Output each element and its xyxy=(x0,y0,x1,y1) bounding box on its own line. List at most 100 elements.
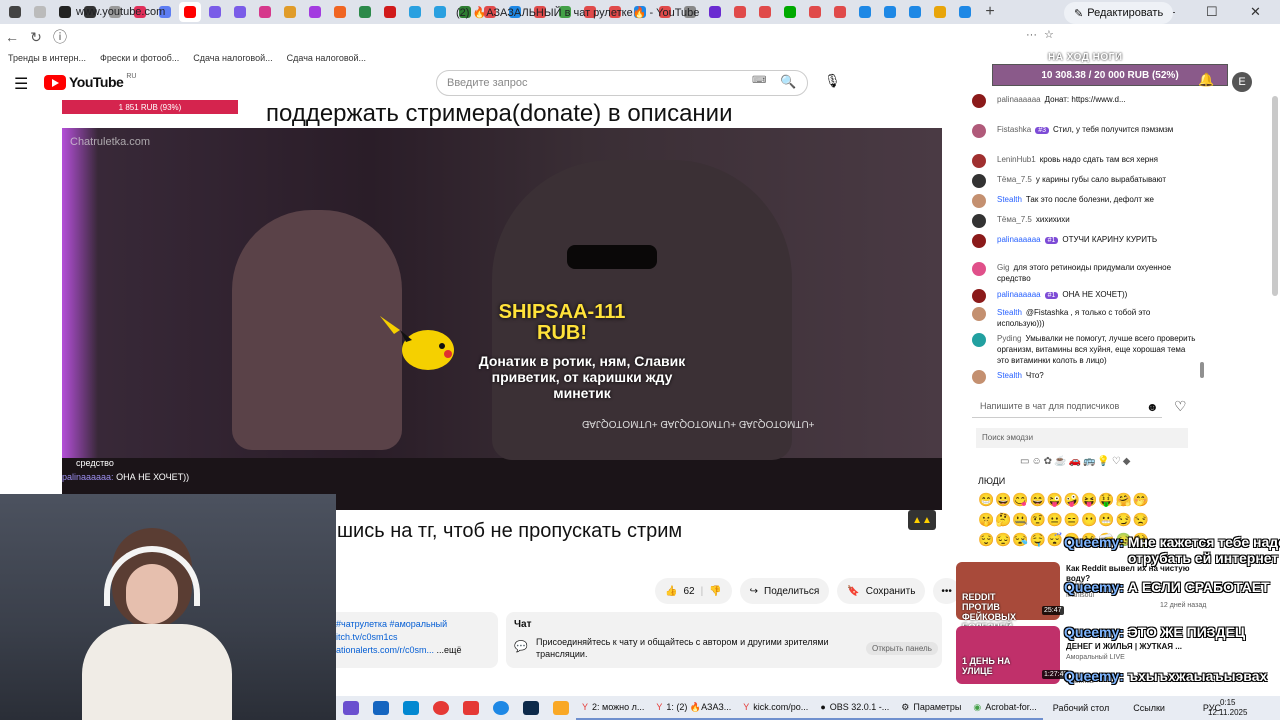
tab-favicon[interactable] xyxy=(754,2,776,22)
edge-icon[interactable] xyxy=(493,701,509,715)
search-icon[interactable]: 🔍 xyxy=(780,74,796,90)
tab-favicon[interactable] xyxy=(4,2,26,22)
site-info-icon[interactable]: ⓘ xyxy=(48,27,72,47)
chat-author[interactable]: Gig xyxy=(997,263,1009,272)
desktop-toolbar[interactable]: Рабочий стол xyxy=(1053,703,1110,713)
heart-icon[interactable]: ♡ xyxy=(1174,398,1187,415)
emoji-row[interactable]: 🤫🤔🤐🤨😐😑😶😬😏😒 xyxy=(978,510,1192,530)
photoshop-icon[interactable] xyxy=(523,701,539,715)
emoji-icon[interactable]: ☻ xyxy=(1146,400,1159,414)
tab-favicon[interactable] xyxy=(54,2,76,22)
emoji-search-input[interactable]: Поиск эмодзи xyxy=(976,428,1188,448)
chat-author[interactable]: LeninHub1 xyxy=(997,155,1036,164)
taskbar-item[interactable]: Ykick.com/po... xyxy=(737,696,815,720)
taskbar-item[interactable]: ⚙ Параметры xyxy=(895,696,968,720)
clock[interactable]: 0:15 12.11.2025 xyxy=(1208,698,1247,718)
tab-favicon[interactable] xyxy=(354,2,376,22)
description-box[interactable]: #чатрулетка #аморальный itch.tv/c0sm1cs … xyxy=(336,612,498,668)
tab-favicon[interactable] xyxy=(404,2,426,22)
youtube-logo[interactable]: YouTube RU xyxy=(44,73,136,90)
tab-favicon[interactable] xyxy=(854,2,876,22)
taskbar-item[interactable]: Y 1: (2) 🔥АЗАЗ... xyxy=(650,696,738,720)
thumbs-down-icon[interactable]: 👎 xyxy=(709,586,721,597)
chat-author[interactable]: Stealth xyxy=(997,371,1022,380)
tab-favicon[interactable] xyxy=(804,2,826,22)
bookmark-item[interactable]: Сдача налоговой... xyxy=(287,53,366,63)
chat-author[interactable]: Тёма_7.5 xyxy=(997,215,1032,224)
chat-avatar[interactable] xyxy=(972,154,986,168)
back-icon[interactable]: ← xyxy=(0,29,24,45)
notifications-icon[interactable]: 🔔 xyxy=(1198,72,1214,88)
like-button[interactable]: 👍 62 | 👎 xyxy=(655,578,732,604)
tab-favicon[interactable] xyxy=(204,2,226,22)
chat-author[interactable]: Stealth xyxy=(997,308,1022,317)
tab-favicon[interactable] xyxy=(279,2,301,22)
chat-avatar[interactable] xyxy=(972,194,986,208)
more-icon[interactable]: ··· xyxy=(1026,29,1037,41)
tab-favicon[interactable] xyxy=(829,2,851,22)
opera-icon[interactable] xyxy=(433,701,449,715)
app-icon[interactable] xyxy=(553,701,569,715)
taskbar-item[interactable]: ● OBS 32.0.1 -... xyxy=(814,696,896,720)
tab-favicon[interactable] xyxy=(929,2,951,22)
bookmark-item[interactable]: Тренды в интерн... xyxy=(8,53,86,63)
emoji-category-tabs[interactable]: ▭☺✿☕🚗🚌💡♡◆ xyxy=(1020,456,1133,467)
tab-favicon[interactable] xyxy=(329,2,351,22)
links-toolbar[interactable]: Ссылки xyxy=(1133,703,1165,713)
chat-avatar[interactable] xyxy=(972,333,986,347)
app-icon[interactable] xyxy=(403,701,419,715)
chat-avatar[interactable] xyxy=(972,262,986,276)
yandex-icon[interactable] xyxy=(463,701,479,715)
description-link[interactable]: itch.tv/c0sm1cs xyxy=(336,631,498,644)
reload-icon[interactable]: ↻ xyxy=(24,29,48,46)
video-player[interactable]: 1 851 RUB (93%) поддержать стримера(dona… xyxy=(62,100,942,548)
chat-avatar[interactable] xyxy=(972,234,986,248)
tab-favicon[interactable] xyxy=(379,2,401,22)
tab-favicon[interactable] xyxy=(879,2,901,22)
chat-author[interactable]: palinaaaaaa xyxy=(997,290,1041,299)
description-more[interactable]: ...ещё xyxy=(437,645,462,655)
close-icon[interactable]: ✕ xyxy=(1250,4,1261,20)
open-panel-button[interactable]: Открыть панель xyxy=(866,642,938,655)
chat-author[interactable]: Fistashka xyxy=(997,125,1031,134)
description-link[interactable]: ationalerts.com/r/c0sm... xyxy=(336,645,434,655)
chat-avatar[interactable] xyxy=(972,370,986,384)
chat-avatar[interactable] xyxy=(972,289,986,303)
chat-avatar[interactable] xyxy=(972,94,986,108)
tab-favicon[interactable] xyxy=(429,2,451,22)
tab-favicon[interactable] xyxy=(29,2,51,22)
taskbar-item[interactable]: Y 2: можно л... xyxy=(576,696,651,720)
app-icon[interactable] xyxy=(373,701,389,715)
chat-author[interactable]: Stealth xyxy=(997,195,1022,204)
chat-author[interactable]: Тёма_7.5 xyxy=(997,175,1032,184)
avatar[interactable]: E xyxy=(1232,72,1252,92)
page-scrollbar[interactable] xyxy=(1272,96,1278,296)
chat-author[interactable]: palinaaaaaa xyxy=(997,95,1041,104)
chat-avatar[interactable] xyxy=(972,174,986,188)
bookmark-item[interactable]: Фрески и фотооб... xyxy=(100,53,179,63)
tab-favicon[interactable] xyxy=(304,2,326,22)
tab-youtube-active[interactable] xyxy=(179,2,201,22)
chat-avatar[interactable] xyxy=(972,124,986,138)
chat-author[interactable]: Pyding xyxy=(997,334,1021,343)
emoji-row[interactable]: 😁😀😋😄😜🤪😝🤑🤗🤭 xyxy=(978,490,1192,510)
maximize-icon[interactable]: ☐ xyxy=(1206,4,1218,20)
tab-favicon[interactable] xyxy=(229,2,251,22)
recommendation-title[interactable]: ДЕНЕГ И ЖИЛЬЯ | ЖУТКАЯ ... xyxy=(1066,642,1206,652)
microphone-icon[interactable]: 🎙 xyxy=(824,73,841,89)
chat-avatar[interactable] xyxy=(972,307,986,321)
tab-favicon[interactable] xyxy=(954,2,976,22)
taskbar-item[interactable]: ◉ Acrobat-for... xyxy=(967,696,1043,720)
tab-favicon[interactable] xyxy=(779,2,801,22)
edit-button[interactable]: ✎ Редактировать xyxy=(1064,2,1174,24)
share-button[interactable]: ↪ Поделиться xyxy=(739,578,830,604)
description-hashtags[interactable]: #чатрулетка #аморальный xyxy=(336,618,498,631)
keyboard-icon[interactable]: ⌨ xyxy=(752,75,766,86)
chat-author[interactable]: palinaaaaaa xyxy=(997,235,1041,244)
chat-scrollbar[interactable] xyxy=(1200,362,1204,378)
new-tab-button[interactable]: + xyxy=(979,3,1001,21)
save-button[interactable]: 🔖 Сохранить xyxy=(837,578,926,604)
bookmark-star-icon[interactable]: ☆ xyxy=(1044,28,1054,41)
app-icon[interactable] xyxy=(343,701,359,715)
tab-favicon[interactable] xyxy=(254,2,276,22)
